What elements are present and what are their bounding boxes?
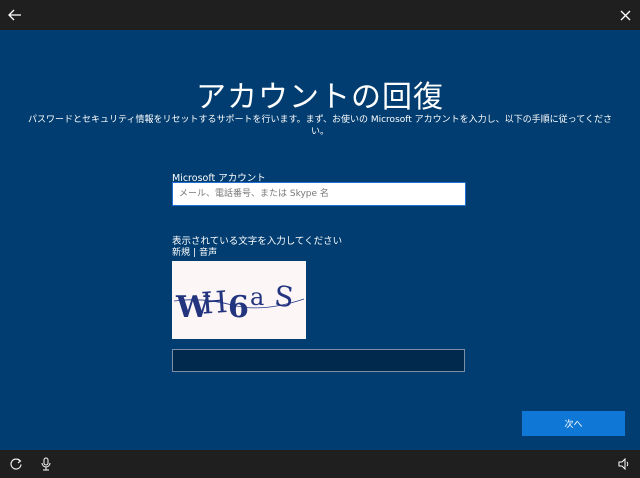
captcha-new-link[interactable]: 新規 xyxy=(172,248,190,258)
captcha-image: W H 6 a S xyxy=(172,261,306,339)
close-icon[interactable] xyxy=(610,0,640,30)
bottom-bar xyxy=(0,450,640,478)
captcha-links: 新規 | 音声 xyxy=(172,245,217,258)
captcha-answer-input[interactable] xyxy=(172,349,465,372)
svg-text:S: S xyxy=(273,279,296,314)
back-arrow-icon[interactable] xyxy=(0,0,30,30)
svg-text:H: H xyxy=(200,285,229,322)
volume-icon[interactable] xyxy=(610,450,638,478)
captcha-audio-link[interactable]: 音声 xyxy=(199,248,217,258)
next-button[interactable]: 次へ xyxy=(522,411,625,436)
svg-text:a: a xyxy=(250,283,264,311)
page-description: パスワードとセキュリティ情報をリセットするサポートを行います。まず、お使いの M… xyxy=(28,115,612,137)
captcha-link-separator: | xyxy=(193,248,197,258)
svg-text:6: 6 xyxy=(228,290,249,325)
account-input[interactable] xyxy=(172,182,466,206)
page-title: アカウントの回復 xyxy=(196,80,444,115)
title-bar xyxy=(0,0,640,30)
microphone-icon[interactable] xyxy=(32,450,60,478)
ease-of-access-icon[interactable] xyxy=(2,450,30,478)
